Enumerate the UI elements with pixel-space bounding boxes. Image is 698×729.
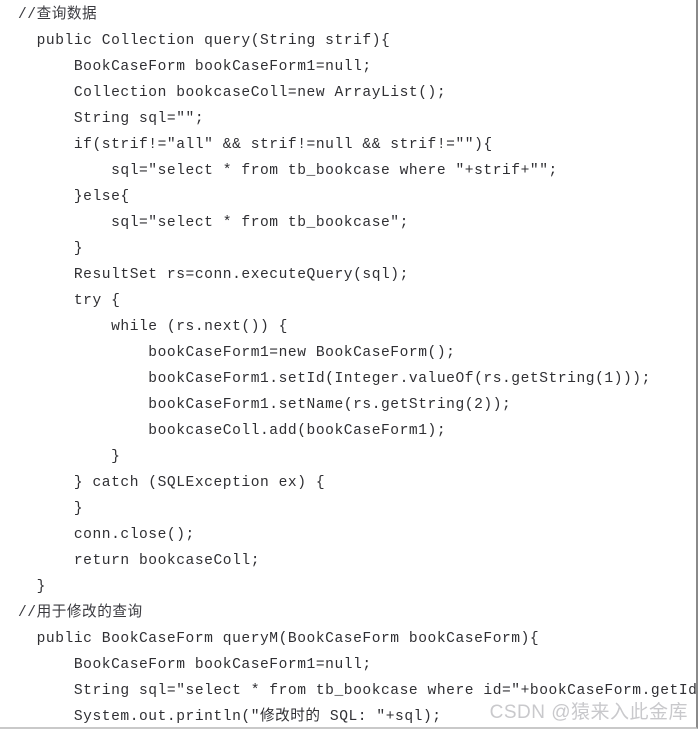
code-line: }else{ [18, 189, 130, 205]
code-line: try { [18, 293, 121, 309]
code-line: } [18, 579, 46, 595]
code-line: while (rs.next()) { [18, 319, 288, 335]
code-line: BookCaseForm bookCaseForm1=null; [18, 59, 372, 75]
code-line: bookCaseForm1.setName(rs.getString(2)); [18, 397, 512, 413]
code-line: String sql=""; [18, 111, 205, 127]
code-screenshot: //查询数据 public Collection query(String st… [0, 0, 698, 729]
code-line: //查询数据 [18, 7, 98, 23]
code-line: conn.close(); [18, 527, 195, 543]
code-block: //查询数据 public Collection query(String st… [0, 0, 696, 727]
code-line: public Collection query(String strif){ [18, 33, 391, 49]
code-line: } catch (SQLException ex) { [18, 475, 326, 491]
code-line: sql="select * from tb_bookcase"; [18, 215, 409, 231]
code-line: bookCaseForm1=new BookCaseForm(); [18, 345, 456, 361]
code-line: Collection bookcaseColl=new ArrayList(); [18, 85, 447, 101]
code-line: sql="select * from tb_bookcase where "+s… [18, 163, 558, 179]
code-line: BookCaseForm bookCaseForm1=null; [18, 657, 372, 673]
code-line: } [18, 241, 84, 257]
code-line: return bookcaseColl; [18, 553, 260, 569]
code-line: public BookCaseForm queryM(BookCaseForm … [18, 631, 540, 647]
csdn-watermark: CSDN @猿来入此金库 [489, 702, 688, 723]
code-line: } [18, 449, 121, 465]
code-line: if(strif!="all" && strif!=null && strif!… [18, 137, 493, 153]
code-line: ResultSet rs=conn.executeQuery(sql); [18, 267, 409, 283]
code-line: bookcaseColl.add(bookCaseForm1); [18, 423, 447, 439]
code-line: bookCaseForm1.setId(Integer.valueOf(rs.g… [18, 371, 651, 387]
code-line: //用于修改的查询 [18, 605, 143, 621]
code-line: } [18, 501, 84, 517]
